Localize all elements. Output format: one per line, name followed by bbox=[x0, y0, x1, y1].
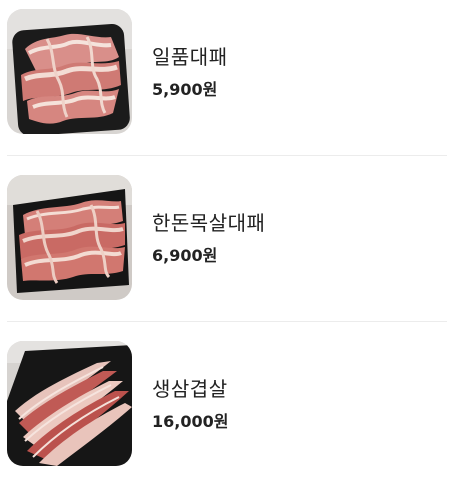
divider bbox=[7, 321, 447, 322]
menu-item-name: 생삼겹살 bbox=[152, 377, 228, 401]
menu-item-price: 6,900원 bbox=[152, 246, 218, 265]
menu-item[interactable]: 일품대패 5,900원 bbox=[0, 9, 449, 149]
menu-item-price: 16,000원 bbox=[152, 412, 229, 431]
menu-item[interactable]: 생삼겹살 16,000원 bbox=[0, 341, 449, 481]
menu-item-photo[interactable] bbox=[7, 9, 132, 134]
menu-list: 일품대패 5,900원 한돈목살대패 6,900원 생삼겹살 16,000원 bbox=[0, 0, 449, 466]
menu-item-photo[interactable] bbox=[7, 341, 132, 466]
menu-item-price: 5,900원 bbox=[152, 80, 218, 99]
menu-item-name: 일품대패 bbox=[152, 45, 228, 69]
menu-item-name: 한돈목살대패 bbox=[152, 211, 266, 235]
divider bbox=[7, 155, 447, 156]
menu-item-photo[interactable] bbox=[7, 175, 132, 300]
menu-item[interactable]: 한돈목살대패 6,900원 bbox=[0, 175, 449, 315]
